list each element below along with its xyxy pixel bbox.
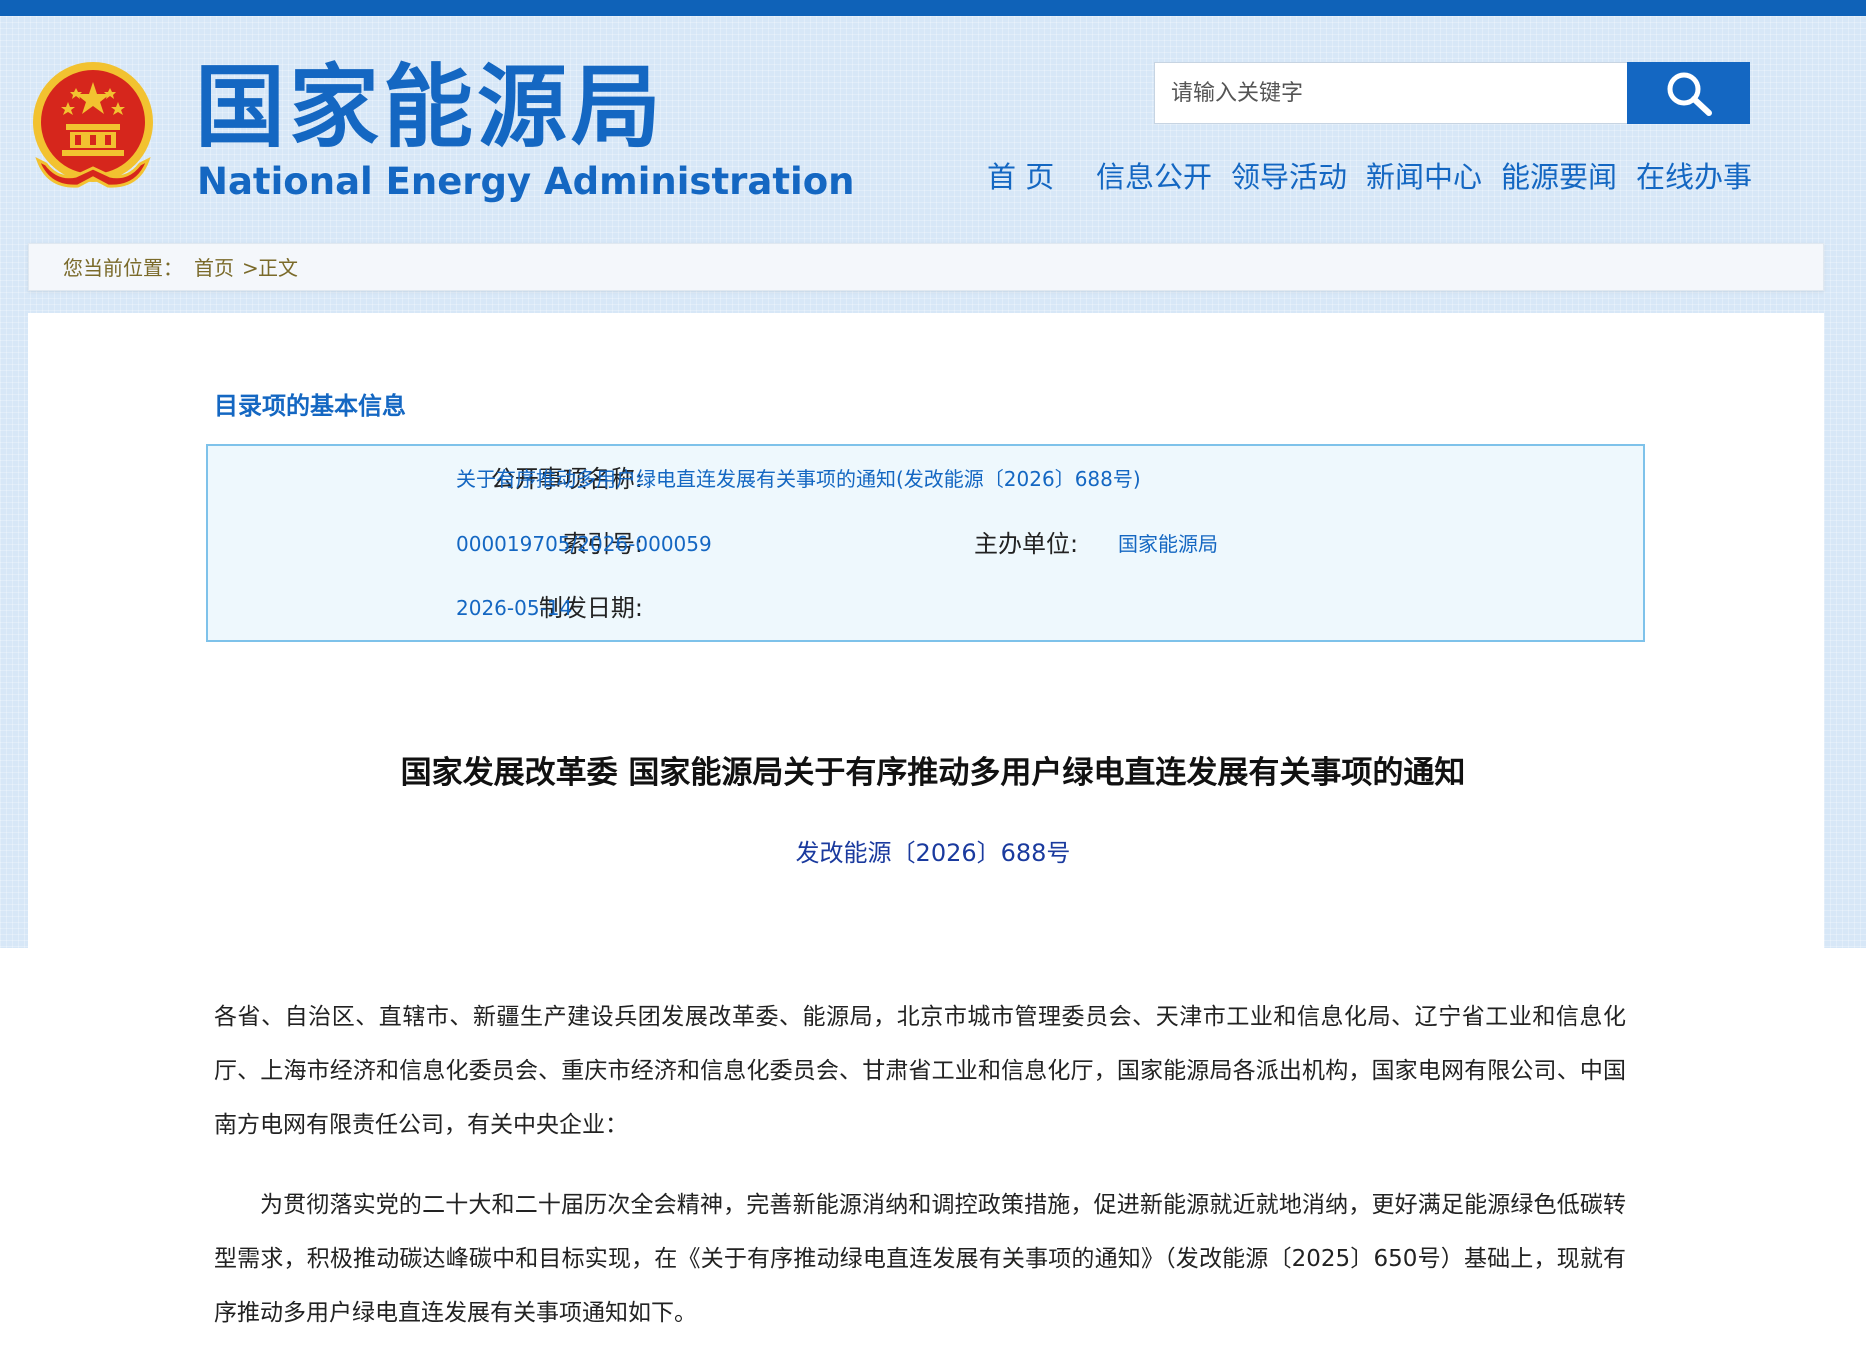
breadcrumb-prefix: 您当前位置： [63, 256, 183, 280]
article-title: 国家发展改革委 国家能源局关于有序推动多用户绿电直连发展有关事项的通知 [400, 755, 1466, 791]
nav-item-home[interactable]: 首 页 [987, 155, 1054, 199]
top-accent-bar [0, 0, 1866, 16]
document-number: 发改能源〔2026〕688号 [795, 839, 1071, 867]
article-paragraph-recipients: 各省、自治区、直辖市、新疆生产建设兵团发展改革委、能源局，北京市城市管理委员会、… [214, 1004, 1626, 1138]
article-paragraph-intro: 为贯彻落实党的二十大和二十届历次全会精神，完善新能源消纳和调控政策措施，促进新能… [214, 1192, 1626, 1326]
nav-item-leader-activities[interactable]: 领导活动 [1231, 155, 1347, 199]
search-input[interactable] [1155, 63, 1627, 123]
org-value: 国家能源局 [1118, 532, 1218, 556]
search-icon [1667, 72, 1712, 116]
date-value: 2026-05-14 [456, 596, 573, 620]
breadcrumb-home-link[interactable]: 首页 [194, 255, 234, 281]
info-section-title: 目录项的基本信息 [214, 392, 406, 420]
search-box [1154, 62, 1628, 124]
site-title-chinese: 国家能源局 [195, 55, 665, 160]
breadcrumb: 您当前位置： 首页 > 正文 [28, 243, 1824, 291]
nav-item-online-services[interactable]: 在线办事 [1636, 155, 1752, 199]
breadcrumb-current: 正文 [258, 256, 298, 280]
index-value: 000019705/2026-000059 [456, 532, 712, 556]
org-label: 主办单位: [974, 530, 1079, 558]
breadcrumb-separator: > [242, 256, 259, 280]
nav-item-energy-news[interactable]: 能源要闻 [1501, 155, 1617, 199]
national-emblem-icon [28, 60, 158, 198]
nav-item-info-disclosure[interactable]: 信息公开 [1096, 155, 1212, 199]
search-button[interactable] [1627, 62, 1750, 124]
nav-item-news-center[interactable]: 新闻中心 [1366, 155, 1482, 199]
info-box: 公开事项名称: 关于有序推动多用户绿电直连发展有关事项的通知(发改能源〔2026… [206, 444, 1645, 642]
name-value: 关于有序推动多用户绿电直连发展有关事项的通知(发改能源〔2026〕688号) [456, 467, 1141, 491]
site-title-english: National Energy Administration [197, 160, 855, 203]
